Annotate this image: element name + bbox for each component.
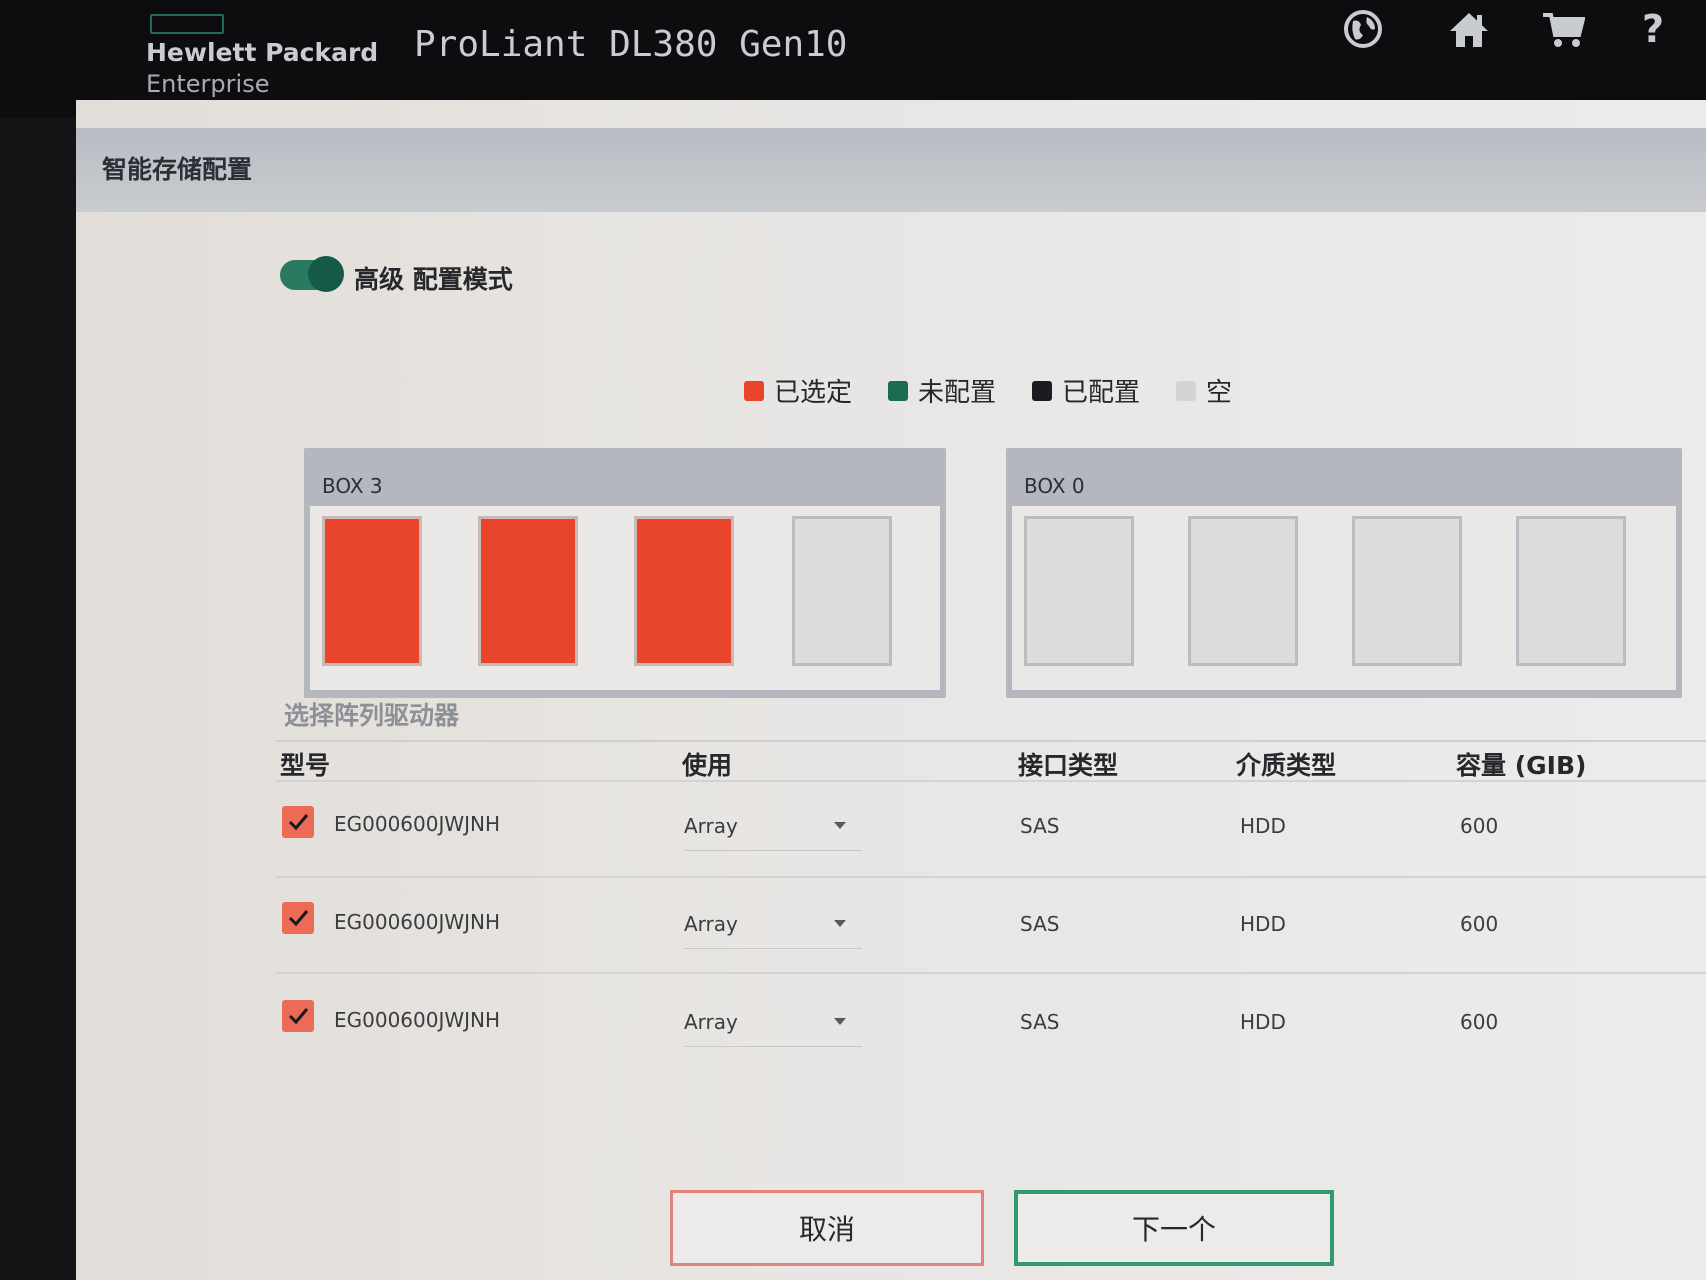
page-title: 智能存储配置 xyxy=(102,155,253,184)
usage-select[interactable]: Array xyxy=(684,902,862,949)
help-symbol: ? xyxy=(1641,7,1665,51)
drive-bay-empty[interactable] xyxy=(1188,516,1298,666)
enclosure-box-0: BOX 0 xyxy=(1006,448,1682,698)
drive-interface: SAS xyxy=(1020,912,1060,936)
check-icon xyxy=(288,814,309,831)
divider xyxy=(276,876,1706,878)
brand-name-line2: Enterprise xyxy=(146,70,270,98)
drive-bay-area xyxy=(310,506,940,690)
check-icon xyxy=(288,910,309,927)
divider xyxy=(276,740,1706,742)
check-icon xyxy=(288,1008,309,1025)
row-checkbox[interactable] xyxy=(282,806,314,838)
column-header-model: 型号 xyxy=(280,751,331,780)
divider xyxy=(276,780,1706,782)
column-header-capacity: 容量 (GIB) xyxy=(1456,751,1587,780)
drive-bay-selected[interactable] xyxy=(322,516,422,666)
cancel-button[interactable]: 取消 xyxy=(670,1190,984,1266)
legend-swatch-empty xyxy=(1176,380,1197,401)
drive-interface: SAS xyxy=(1020,1010,1060,1034)
usage-value: Array xyxy=(684,1010,738,1034)
status-legend: 已选定 未配置 已配置 空 xyxy=(744,372,1232,409)
chevron-down-icon xyxy=(834,920,846,927)
divider xyxy=(276,972,1706,974)
drive-bay-empty[interactable] xyxy=(792,516,892,666)
drive-bay-selected[interactable] xyxy=(478,516,578,666)
drive-capacity: 600 xyxy=(1460,814,1499,838)
globe-icon[interactable] xyxy=(1340,6,1386,52)
hpe-logo-mark xyxy=(150,14,224,34)
row-checkbox[interactable] xyxy=(282,902,314,934)
toggle-knob xyxy=(308,256,344,292)
legend-label-unconfigured: 未配置 xyxy=(918,378,997,408)
drive-media: HDD xyxy=(1240,1010,1286,1034)
advanced-mode-label: 高级 配置模式 xyxy=(354,265,513,294)
legend-swatch-selected xyxy=(744,380,764,401)
usage-value: Array xyxy=(684,912,738,936)
drive-list-title: 选择阵列驱动器 xyxy=(284,701,460,730)
help-icon[interactable]: ? xyxy=(1630,6,1676,52)
smart-storage-panel: 智能存储配置 高级 配置模式 已选定 未配置 已配置 空 BOX 3 BOX 0… xyxy=(76,100,1706,1280)
left-dark-strip xyxy=(0,118,76,1280)
legend-label-selected: 已选定 xyxy=(774,378,853,408)
column-header-media: 介质类型 xyxy=(1236,751,1337,780)
product-title: ProLiant DL380 Gen10 xyxy=(414,24,848,65)
chevron-down-icon xyxy=(834,822,846,829)
drive-bay-selected[interactable] xyxy=(634,516,734,666)
drive-bay-empty[interactable] xyxy=(1024,516,1134,666)
drive-model: EG000600JWJNH xyxy=(334,812,501,836)
drive-capacity: 600 xyxy=(1460,1010,1499,1034)
enclosure-title: BOX 3 xyxy=(322,474,383,498)
advanced-mode-toggle[interactable] xyxy=(280,256,344,292)
legend-swatch-unconfigured xyxy=(888,380,909,401)
legend-empty: 空 xyxy=(1176,372,1232,409)
enclosure-box-3: BOX 3 xyxy=(304,448,946,698)
drive-model: EG000600JWJNH xyxy=(334,1008,501,1032)
usage-select[interactable]: Array xyxy=(684,1000,862,1047)
drive-interface: SAS xyxy=(1020,814,1060,838)
column-header-usage: 使用 xyxy=(682,751,733,780)
usage-value: Array xyxy=(684,814,738,838)
cart-icon[interactable] xyxy=(1540,6,1586,52)
drive-media: HDD xyxy=(1240,814,1286,838)
legend-selected: 已选定 xyxy=(744,372,852,409)
drive-capacity: 600 xyxy=(1460,912,1499,936)
home-icon[interactable] xyxy=(1446,6,1492,52)
column-header-interface: 接口类型 xyxy=(1018,751,1119,780)
drive-bay-area xyxy=(1012,506,1676,690)
legend-unconfigured: 未配置 xyxy=(888,372,996,409)
legend-label-empty: 空 xyxy=(1206,378,1233,408)
enclosure-title: BOX 0 xyxy=(1024,474,1085,498)
drive-bay-empty[interactable] xyxy=(1352,516,1462,666)
drive-model: EG000600JWJNH xyxy=(334,910,501,934)
drive-media: HDD xyxy=(1240,912,1286,936)
next-button[interactable]: 下一个 xyxy=(1014,1190,1334,1266)
chevron-down-icon xyxy=(834,1018,846,1025)
brand-name-line1: Hewlett Packard xyxy=(146,38,379,67)
usage-select[interactable]: Array xyxy=(684,804,862,851)
drive-bay-empty[interactable] xyxy=(1516,516,1626,666)
legend-label-configured: 已配置 xyxy=(1062,378,1141,408)
section-header: 智能存储配置 xyxy=(76,128,1706,212)
legend-configured: 已配置 xyxy=(1032,372,1140,409)
row-checkbox[interactable] xyxy=(282,1000,314,1032)
legend-swatch-configured xyxy=(1032,380,1053,401)
